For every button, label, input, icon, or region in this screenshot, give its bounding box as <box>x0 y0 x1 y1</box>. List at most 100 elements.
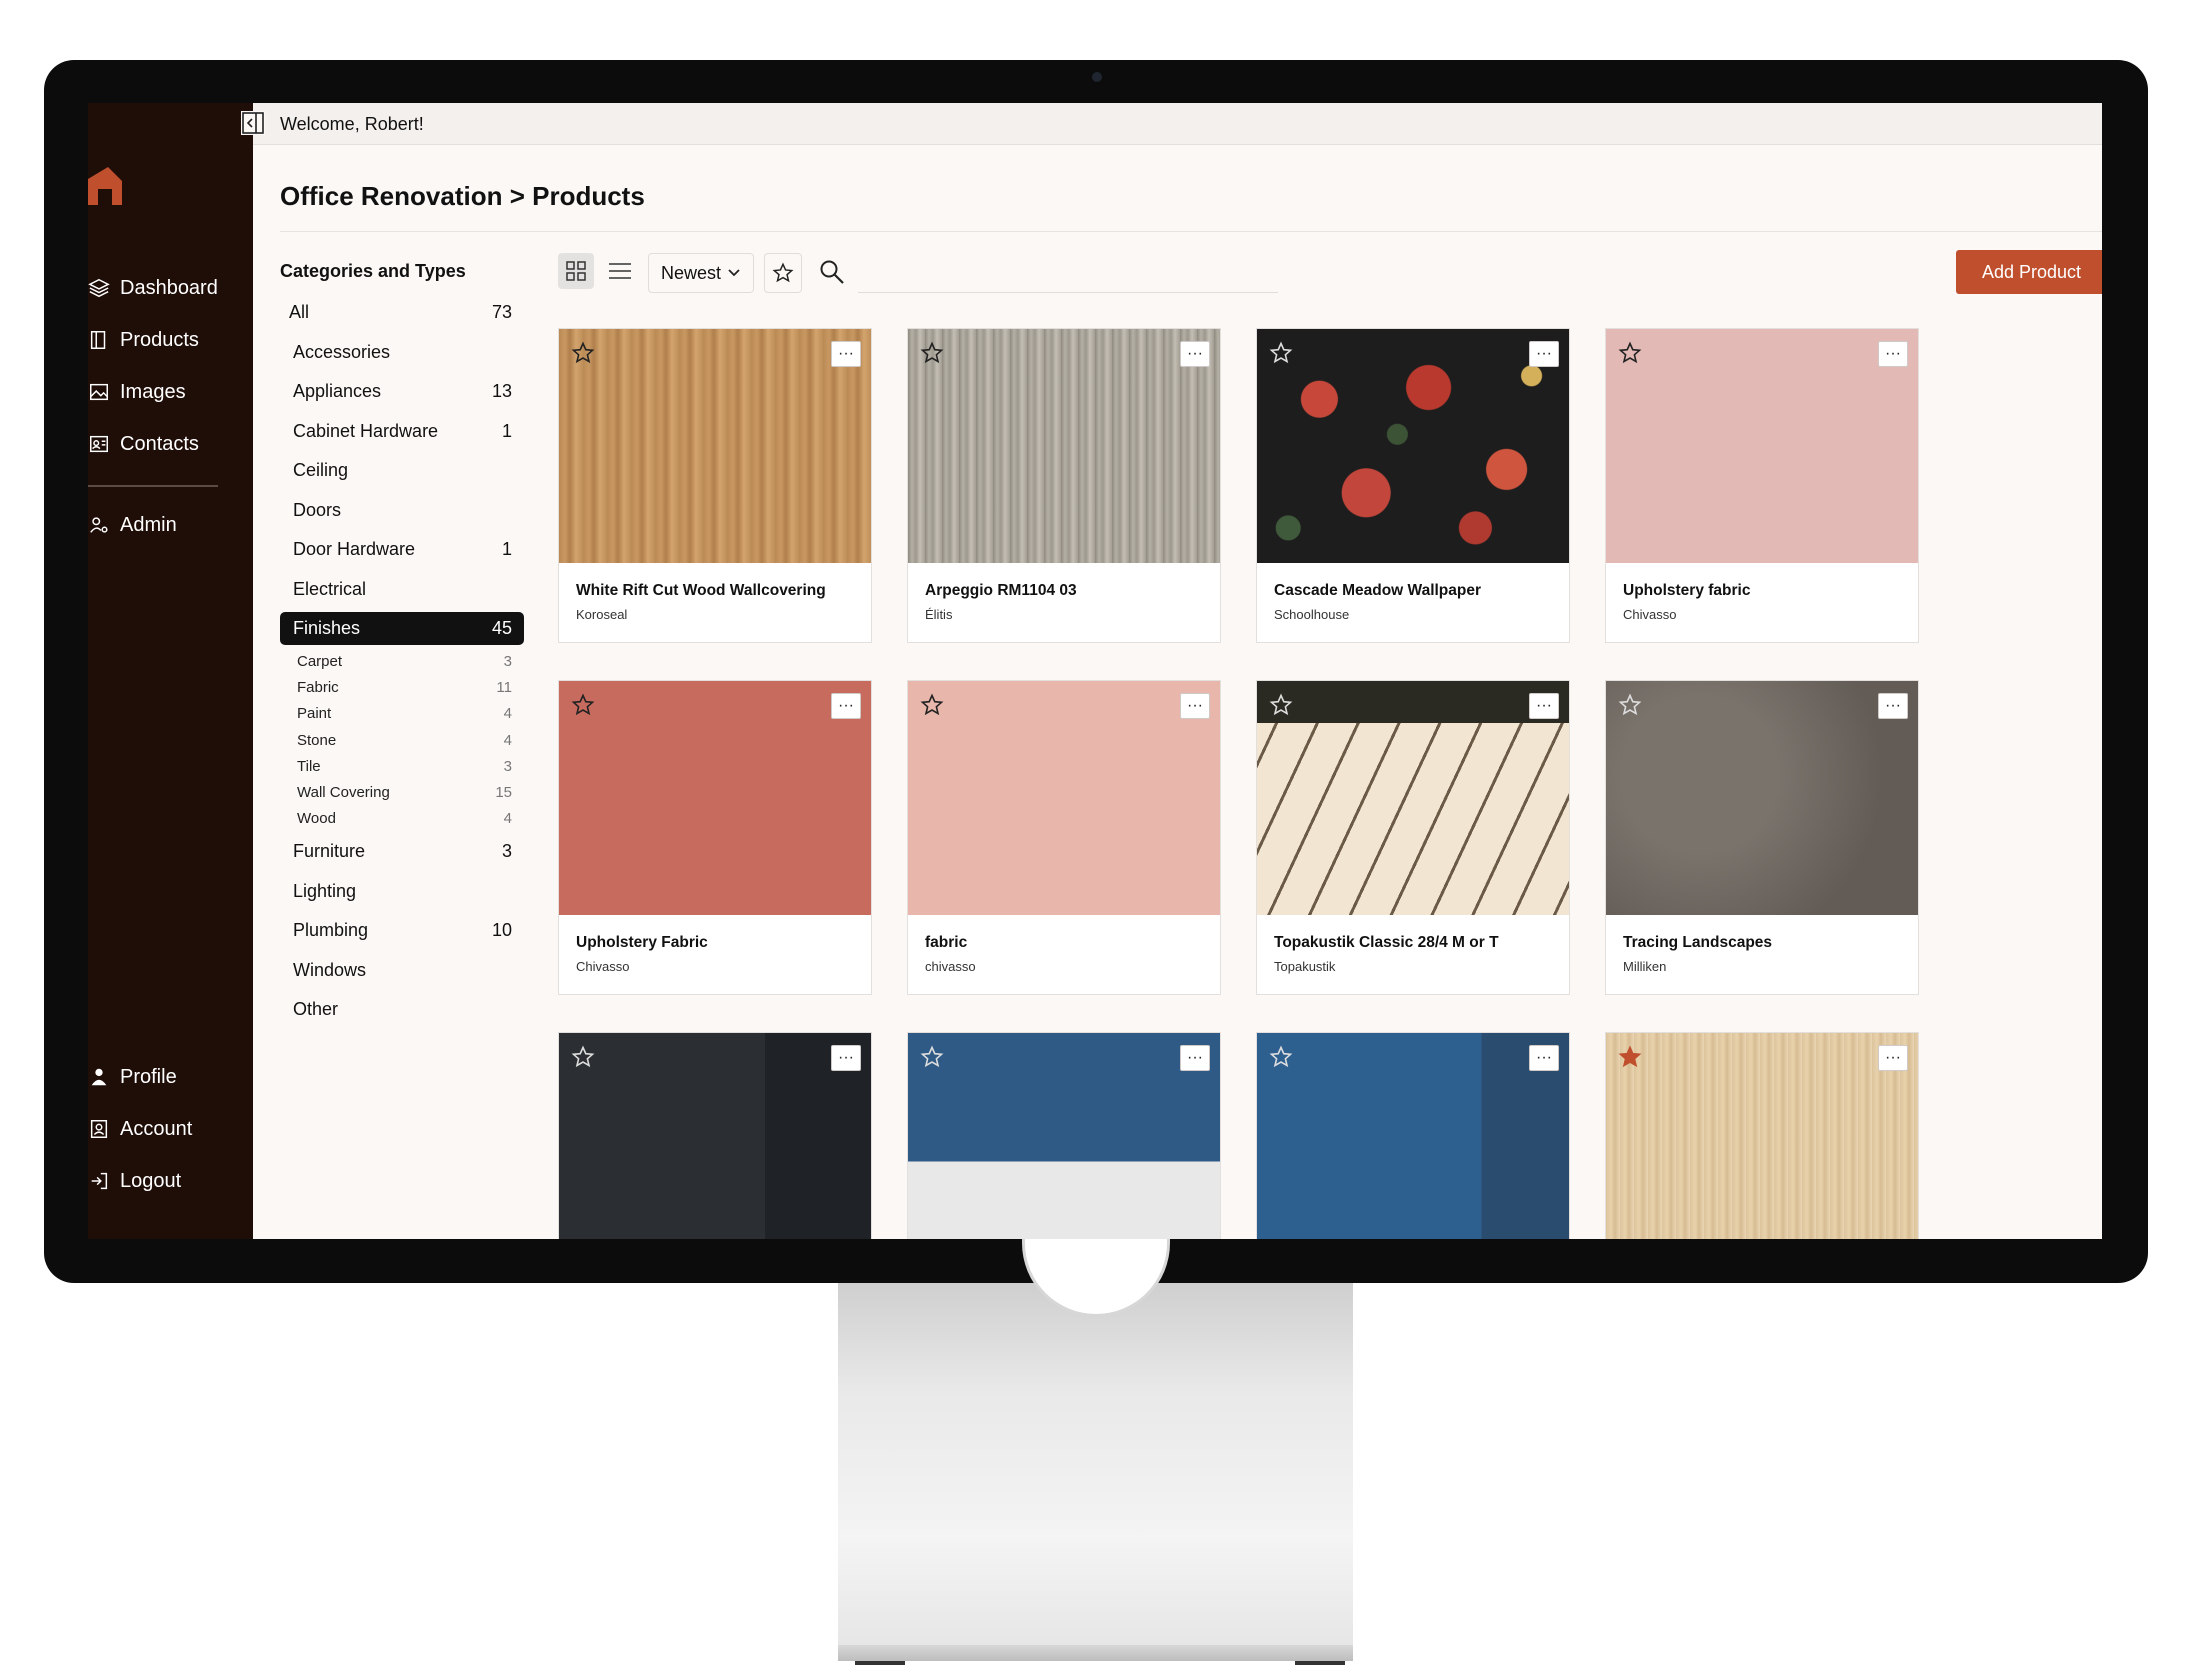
category-accessories[interactable]: Accessories <box>280 333 524 373</box>
nav-products[interactable]: Products <box>88 325 199 355</box>
star-filled-icon[interactable] <box>1618 1045 1642 1069</box>
more-options-button[interactable]: ··· <box>1878 693 1908 719</box>
sidebar-collapse-icon[interactable] <box>241 111 265 135</box>
star-outline-icon[interactable] <box>1269 693 1293 717</box>
more-options-button[interactable]: ··· <box>1180 693 1210 719</box>
more-options-button[interactable]: ··· <box>1529 693 1559 719</box>
category-label: Windows <box>293 959 367 980</box>
product-card[interactable]: ··· White Rift Cut Wood Wallcovering Kor… <box>558 328 872 643</box>
category-count: 45 <box>491 618 512 638</box>
nav-label: Products <box>120 328 199 351</box>
subcategory-count: 4 <box>503 705 512 723</box>
subcategory-paint[interactable]: Paint 4 <box>280 701 524 727</box>
brand-logo-icon[interactable] <box>88 165 124 205</box>
more-options-button[interactable]: ··· <box>1878 341 1908 367</box>
add-product-button[interactable]: Add Product <box>1956 250 2102 294</box>
app-screen: Dashboard Products Images Contacts Admin… <box>88 103 2102 1239</box>
more-options-button[interactable]: ··· <box>831 341 861 367</box>
logout-icon <box>91 1172 108 1190</box>
category-doors[interactable]: Doors <box>280 491 524 531</box>
category-finishes[interactable]: Finishes 45 <box>280 612 524 645</box>
product-card[interactable]: ··· Arpeggio RM1104 03 Élitis <box>907 328 1221 643</box>
star-outline-icon[interactable] <box>571 341 595 365</box>
product-card[interactable]: ··· Upholstery Fabric Chivasso <box>558 680 872 995</box>
star-outline-icon[interactable] <box>1618 341 1642 365</box>
subcategory-tile[interactable]: Tile 3 <box>280 753 524 779</box>
product-card[interactable]: ··· <box>1605 1032 1919 1239</box>
sort-select[interactable]: Newest <box>648 253 754 293</box>
grid-view-button[interactable] <box>558 253 594 289</box>
product-brand: Koroseal <box>576 607 628 622</box>
category-door-hardware[interactable]: Door Hardware 1 <box>280 530 524 570</box>
category-all[interactable]: All 73 <box>280 293 524 333</box>
page-title: Office Renovation > Products <box>280 181 645 211</box>
star-outline-icon[interactable] <box>571 1045 595 1069</box>
subcategory-label: Fabric <box>297 678 339 696</box>
category-label: Ceiling <box>293 460 349 481</box>
welcome-message: Welcome, Robert! <box>280 114 424 134</box>
category-lighting[interactable]: Lighting <box>280 872 524 912</box>
nav-dashboard[interactable]: Dashboard <box>88 273 218 303</box>
product-brand: Topakustik <box>1274 959 1336 974</box>
nav-logout[interactable]: Logout <box>88 1166 181 1196</box>
product-card[interactable]: ··· <box>558 1032 872 1239</box>
category-cabinet-hardware[interactable]: Cabinet Hardware 1 <box>280 412 524 452</box>
product-name: Arpeggio RM1104 03 <box>925 582 1077 599</box>
search-input[interactable] <box>858 253 1278 293</box>
more-options-button[interactable]: ··· <box>831 1045 861 1071</box>
product-image <box>1257 681 1569 915</box>
more-options-button[interactable]: ··· <box>1180 341 1210 367</box>
product-card[interactable]: ··· <box>907 1032 1221 1239</box>
subcategory-stone[interactable]: Stone 4 <box>280 727 524 753</box>
product-card[interactable]: ··· Cascade Meadow Wallpaper Schoolhouse <box>1256 328 1570 643</box>
product-brand: Élitis <box>925 607 953 622</box>
more-options-button[interactable]: ··· <box>831 693 861 719</box>
category-label: Door Hardware <box>293 539 416 560</box>
nav-account[interactable]: Account <box>88 1114 192 1144</box>
users-gear-icon <box>90 517 108 533</box>
product-card[interactable]: ··· Upholstery fabric Chivasso <box>1605 328 1919 643</box>
subcategory-carpet[interactable]: Carpet 3 <box>280 648 524 674</box>
subcategory-wall-covering[interactable]: Wall Covering 15 <box>280 779 524 805</box>
category-furniture[interactable]: Furniture 3 <box>280 832 524 872</box>
list-view-button[interactable] <box>602 253 638 289</box>
star-outline-icon[interactable] <box>571 693 595 717</box>
title-divider <box>280 231 2102 232</box>
category-appliances[interactable]: Appliances 13 <box>280 372 524 412</box>
star-outline-icon[interactable] <box>920 1045 944 1069</box>
category-windows[interactable]: Windows <box>280 951 524 991</box>
product-card[interactable]: ··· <box>1256 1032 1570 1239</box>
product-brand: Chivasso <box>1623 607 1677 622</box>
star-outline-icon[interactable] <box>920 693 944 717</box>
more-options-button[interactable]: ··· <box>1878 1045 1908 1071</box>
product-name: fabric <box>925 934 968 951</box>
product-brand: Schoolhouse <box>1274 607 1350 622</box>
star-outline-icon[interactable] <box>1269 1045 1293 1069</box>
product-card[interactable]: ··· Topakustik Classic 28/4 M or T Topak… <box>1256 680 1570 995</box>
star-outline-icon[interactable] <box>1269 341 1293 365</box>
more-options-button[interactable]: ··· <box>1529 341 1559 367</box>
subcategory-count: 3 <box>503 757 512 775</box>
favorites-filter-button[interactable] <box>764 253 802 293</box>
nav-images[interactable]: Images <box>88 377 186 407</box>
nav-label: Profile <box>120 1065 177 1088</box>
nav-admin[interactable]: Admin <box>88 510 177 540</box>
star-outline-icon[interactable] <box>1618 693 1642 717</box>
category-count: 73 <box>491 302 512 323</box>
category-electrical[interactable]: Electrical <box>280 570 524 610</box>
subcategory-wood[interactable]: Wood 4 <box>280 806 524 832</box>
product-card[interactable]: ··· Tracing Landscapes Milliken <box>1605 680 1919 995</box>
subcategory-fabric[interactable]: Fabric 11 <box>280 674 524 700</box>
nav-contacts[interactable]: Contacts <box>88 429 199 459</box>
search-icon[interactable] <box>818 258 846 286</box>
category-label: Finishes <box>293 618 361 638</box>
more-options-button[interactable]: ··· <box>1180 1045 1210 1071</box>
more-options-button[interactable]: ··· <box>1529 1045 1559 1071</box>
category-plumbing[interactable]: Plumbing 10 <box>280 911 524 951</box>
category-ceiling[interactable]: Ceiling <box>280 451 524 491</box>
nav-profile[interactable]: Profile <box>88 1062 177 1092</box>
category-other[interactable]: Other <box>280 990 524 1030</box>
product-card[interactable]: ··· fabric chivasso <box>907 680 1221 995</box>
star-outline-icon[interactable] <box>920 341 944 365</box>
nav-label: Dashboard <box>120 276 218 299</box>
